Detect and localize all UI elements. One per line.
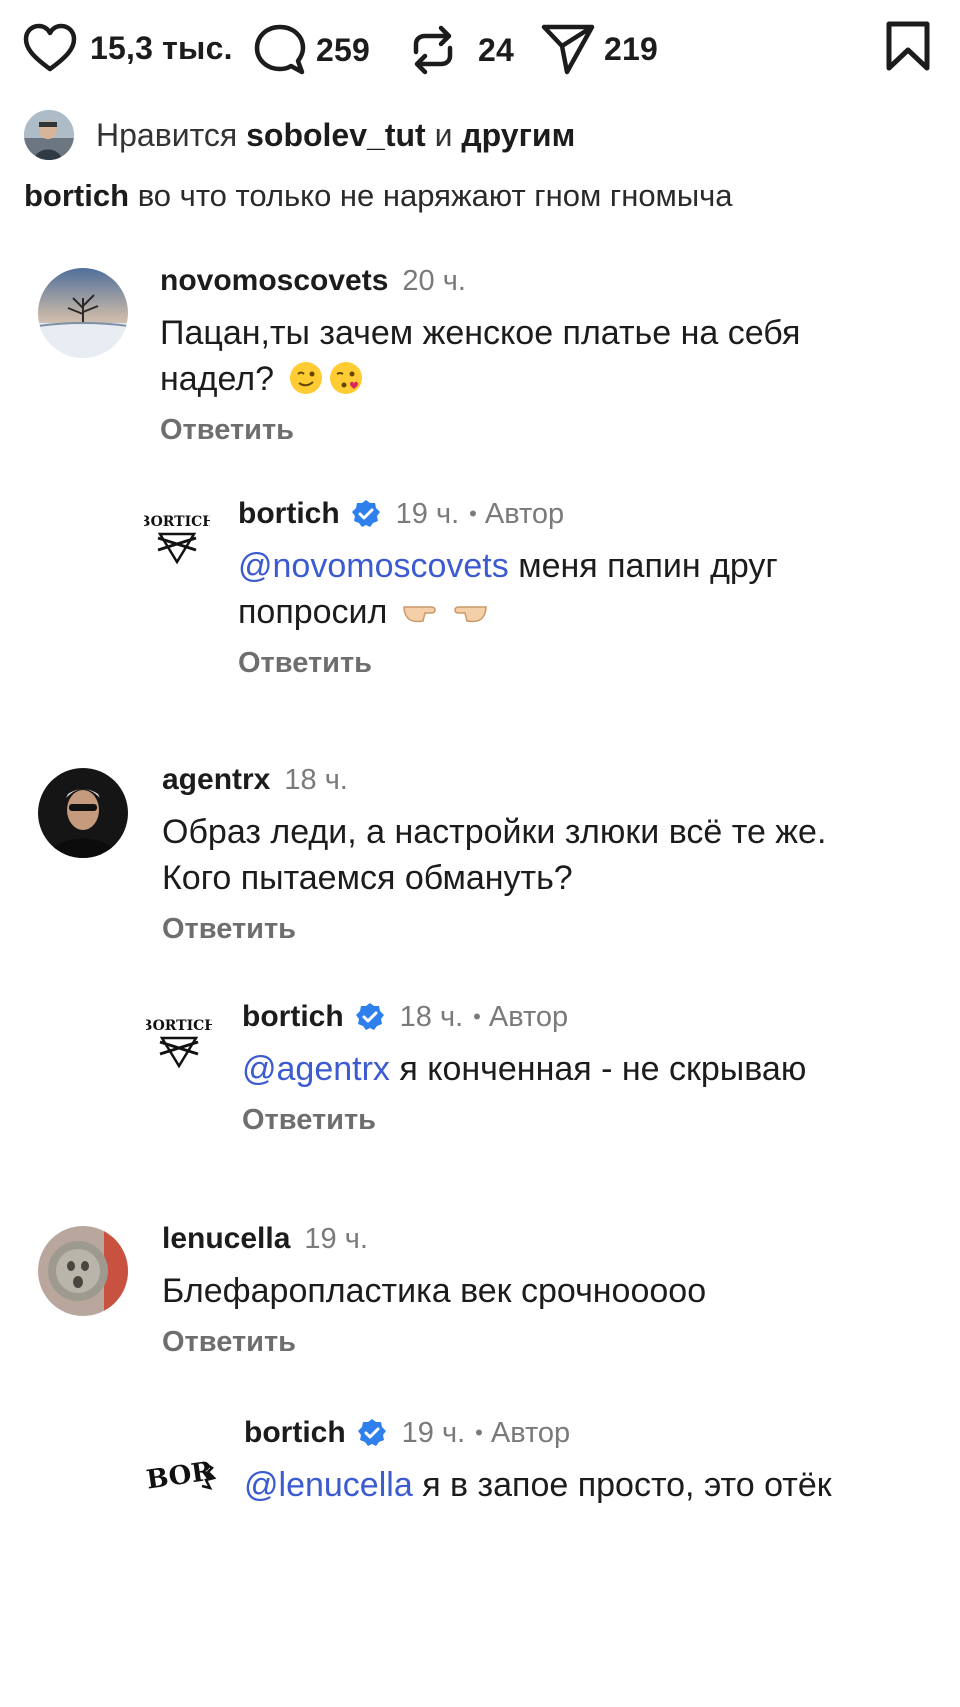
comment-time: 19 ч.: [401, 1417, 466, 1449]
reply-button[interactable]: Ответить: [162, 913, 922, 946]
comment-button[interactable]: 259: [252, 22, 370, 78]
comment: novomoscovets 20 ч. Пацан,ты зачем женск…: [160, 264, 920, 447]
comment-body: я конченная - не скрываю: [399, 1050, 807, 1088]
post-caption: bortich во что только не наряжают гном г…: [24, 178, 733, 214]
comment-username[interactable]: novomoscovets: [160, 264, 388, 298]
author-label: Автор: [484, 498, 565, 530]
liked-by-others[interactable]: другим: [461, 117, 575, 154]
comment-bubble-icon: [254, 24, 306, 75]
separator-dot: •: [475, 1420, 483, 1445]
reply-button[interactable]: Ответить: [238, 647, 928, 680]
comment-username[interactable]: bortich: [244, 1416, 346, 1450]
comment-body: я в запое просто, это отёк: [422, 1466, 832, 1504]
caption-text: во что только не наряжают гном гномыча: [137, 178, 733, 213]
caption-user[interactable]: bortich: [24, 178, 129, 213]
likes-count: 15,3 тыс.: [90, 29, 233, 66]
avatar[interactable]: BOR: [145, 1438, 218, 1510]
comment-body: Пацан,ты зачем женское платье на себя на…: [160, 314, 801, 398]
comment-reply: bortich 19 ч. • Автор @lenucella я в зап…: [244, 1416, 934, 1508]
comment-text: @novomoscovets меня папин друг попросил: [238, 543, 928, 635]
reply-button[interactable]: Ответить: [162, 1326, 922, 1359]
comment-time: 18 ч.: [284, 764, 348, 796]
pointing-left-icon: [454, 606, 487, 623]
comment-text: Блефаропластика век срочноoooo: [162, 1272, 707, 1310]
comment-time: 19 ч.: [304, 1223, 368, 1255]
comment-username[interactable]: bortich: [238, 497, 340, 531]
face-blowing-kiss-icon: [329, 362, 362, 394]
comment-text: Пацан,ты зачем женское платье на себя на…: [160, 310, 920, 402]
comment-username[interactable]: agentrx: [162, 763, 270, 797]
comment-time: 20 ч.: [402, 265, 466, 297]
reply-button[interactable]: Ответить: [242, 1104, 942, 1137]
mention-link[interactable]: @novomoscovets: [238, 547, 509, 585]
repost-button[interactable]: 24: [408, 22, 514, 78]
logo-text: BOR: [146, 1456, 215, 1495]
reply-button[interactable]: Ответить: [160, 414, 920, 447]
comment-text: Образ леди, а настройки злюки всё те же.…: [162, 813, 827, 897]
comment-reply: bortich 18 ч. • Автор @agentrx я конченн…: [242, 1000, 942, 1137]
comment: agentrx 18 ч. Образ леди, а настройки зл…: [162, 763, 922, 946]
liked-by-row[interactable]: Нравится sobolev_tut и другим: [24, 110, 575, 160]
verified-badge-icon: [351, 500, 380, 527]
comment-reply: bortich 19 ч. • Автор @novomoscovets мен…: [238, 497, 928, 680]
liked-by-prefix: Нравится: [96, 116, 238, 153]
comment-time: 19 ч.: [395, 498, 460, 530]
save-button[interactable]: [884, 20, 932, 77]
comment-text: @agentrx я конченная - не скрываю: [242, 1046, 942, 1092]
liked-by-user[interactable]: sobolev_tut: [246, 117, 426, 154]
avatar[interactable]: BORTICH: [138, 504, 216, 570]
comment-text: @lenucella я в запое просто, это отёк: [244, 1462, 844, 1508]
verified-badge-icon: [355, 1003, 384, 1030]
separator-dot: •: [473, 1004, 481, 1029]
comment-username[interactable]: bortich: [242, 1000, 344, 1034]
avatar[interactable]: [38, 268, 128, 358]
comments-count: 259: [316, 31, 370, 68]
logo-text: BORTICH: [144, 514, 210, 530]
logo-text: BORTICH: [146, 1018, 212, 1034]
author-label: Автор: [490, 1417, 571, 1449]
shares-count: 219: [604, 30, 658, 67]
share-button[interactable]: 219: [540, 22, 658, 76]
reposts-count: 24: [478, 31, 514, 68]
author-label: Автор: [488, 1001, 569, 1033]
bookmark-icon: [886, 21, 930, 71]
comment-username[interactable]: lenucella: [162, 1222, 290, 1256]
separator-dot: •: [469, 501, 477, 526]
verified-badge-icon: [357, 1419, 386, 1446]
avatar[interactable]: [38, 768, 128, 858]
repost-icon: [413, 25, 453, 75]
liked-by-middle: и: [434, 116, 453, 153]
heart-icon: [23, 23, 77, 72]
liker-avatar: [24, 110, 74, 160]
mention-link[interactable]: @lenucella: [244, 1466, 413, 1504]
pointing-right-icon: [403, 606, 436, 623]
avatar[interactable]: BORTICH: [140, 1008, 218, 1074]
send-icon: [541, 24, 595, 75]
avatar[interactable]: [38, 1226, 128, 1316]
winking-face-icon: [289, 362, 322, 394]
like-button[interactable]: 15,3 тыс.: [22, 22, 233, 74]
comment-time: 18 ч.: [399, 1001, 464, 1033]
comment: lenucella 19 ч. Блефаропластика век сроч…: [162, 1222, 922, 1359]
mention-link[interactable]: @agentrx: [242, 1050, 390, 1088]
